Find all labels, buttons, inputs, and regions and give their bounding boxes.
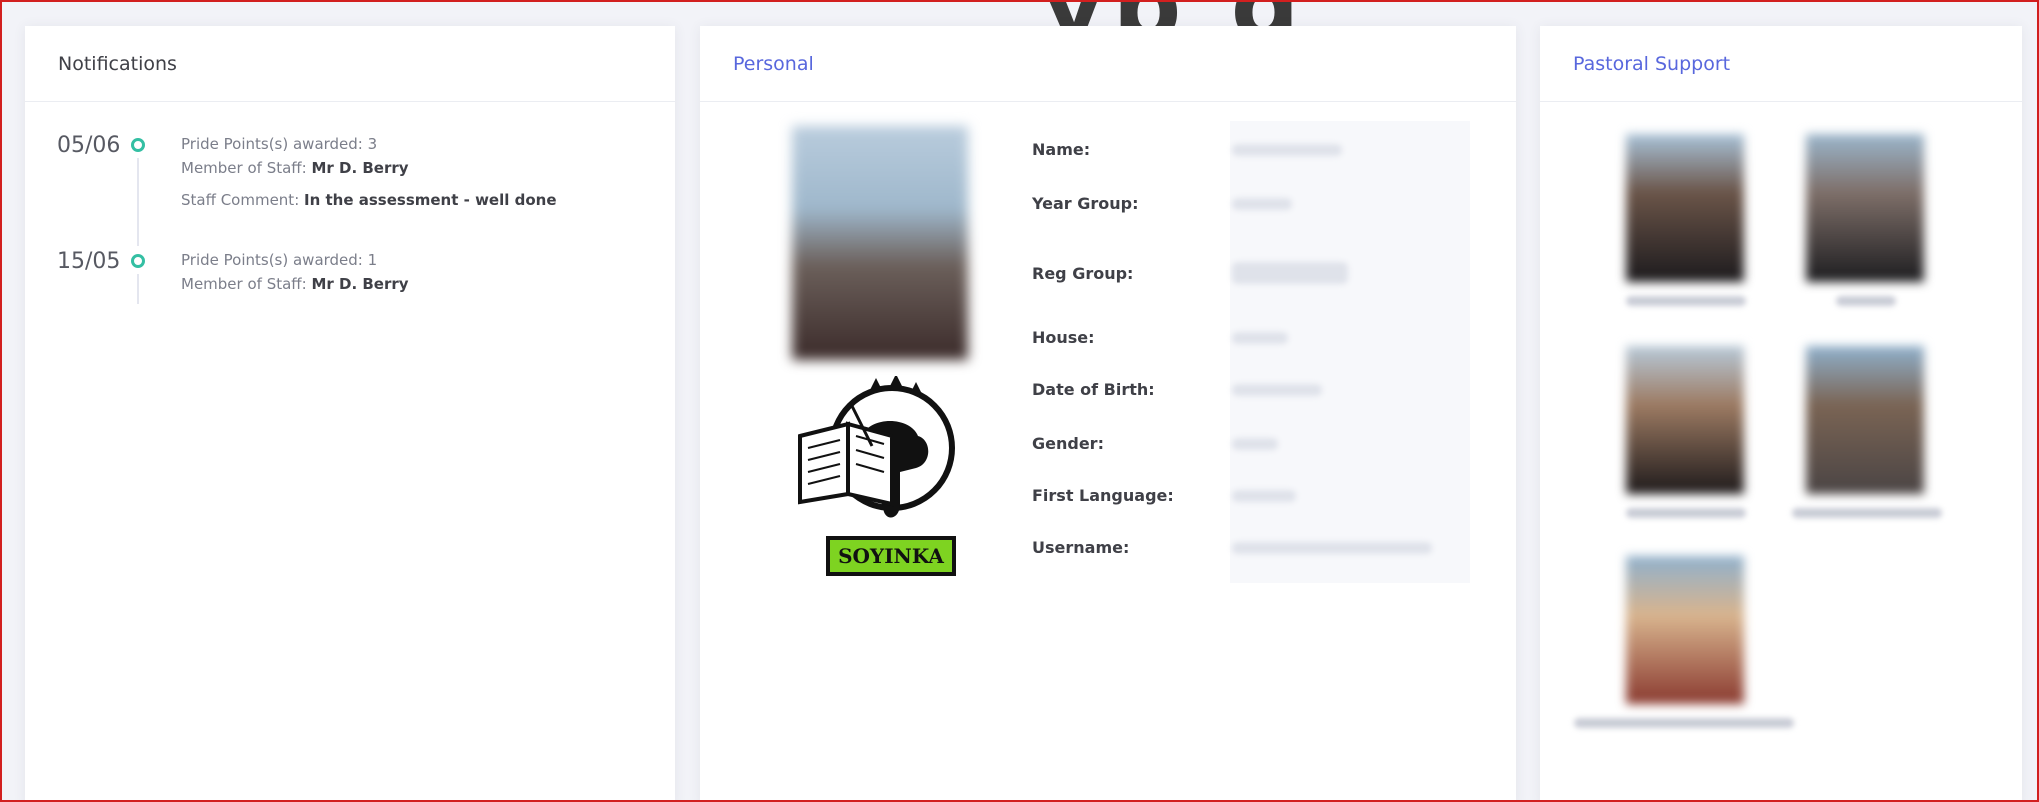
timeline-line bbox=[137, 274, 139, 304]
field-value-redacted bbox=[1232, 489, 1296, 502]
field-value-redacted bbox=[1232, 331, 1288, 344]
staff-caption-redacted bbox=[1626, 508, 1746, 518]
staff-caption-redacted bbox=[1792, 508, 1942, 518]
notifications-timeline: 05/06 Pride Points(s) awarded: 3 Member … bbox=[25, 102, 675, 328]
timeline-date: 05/06 bbox=[57, 133, 121, 158]
personal-title: Personal bbox=[700, 26, 1516, 102]
staff-photo bbox=[1626, 134, 1744, 282]
field-username: Username: bbox=[1032, 538, 1432, 557]
notifications-card: Notifications 05/06 Pride Points(s) awar… bbox=[25, 26, 675, 800]
staff-comment: In the assessment - well done bbox=[304, 191, 557, 209]
field-label: Year Group: bbox=[1032, 194, 1139, 213]
staff-caption-redacted bbox=[1626, 296, 1746, 306]
staff-member-text: Member of Staff: Mr D. Berry bbox=[181, 275, 409, 293]
personal-card: Personal SOYINKA Name: Year Group: Reg G… bbox=[700, 26, 1516, 800]
field-label: Username: bbox=[1032, 538, 1130, 557]
field-reg-group: Reg Group: bbox=[1032, 262, 1348, 284]
staff-member-name: Mr D. Berry bbox=[311, 159, 409, 177]
timeline-date: 15/05 bbox=[57, 249, 121, 274]
field-label: Date of Birth: bbox=[1032, 380, 1155, 399]
timeline-marker bbox=[121, 132, 181, 248]
staff-member-name: Mr D. Berry bbox=[311, 275, 409, 293]
field-value-redacted bbox=[1232, 262, 1348, 284]
field-label: Gender: bbox=[1032, 434, 1104, 453]
field-label: Reg Group: bbox=[1032, 263, 1134, 283]
points-awarded-text: Pride Points(s) awarded: 3 bbox=[181, 135, 378, 153]
staff-caption-redacted bbox=[1836, 296, 1896, 306]
timeline-dot-icon bbox=[131, 254, 145, 268]
pastoral-support-card: Pastoral Support bbox=[1540, 26, 2022, 800]
timeline-body: Pride Points(s) awarded: 3 Member of Sta… bbox=[181, 132, 557, 248]
timeline-line bbox=[137, 158, 139, 246]
field-year-group: Year Group: bbox=[1032, 194, 1292, 213]
field-value-redacted bbox=[1232, 383, 1322, 396]
house-badge: SOYINKA bbox=[826, 536, 956, 576]
staff-card[interactable] bbox=[1574, 556, 1794, 728]
staff-member-text: Member of Staff: Mr D. Berry bbox=[181, 159, 409, 177]
staff-comment-text: Staff Comment: In the assessment - well … bbox=[181, 191, 557, 209]
points-awarded-text: Pride Points(s) awarded: 1 bbox=[181, 251, 378, 269]
field-label: First Language: bbox=[1032, 486, 1174, 505]
field-value-redacted bbox=[1232, 143, 1342, 156]
notifications-title: Notifications bbox=[25, 26, 675, 102]
field-name: Name: bbox=[1032, 140, 1342, 159]
field-gender: Gender: bbox=[1032, 434, 1278, 453]
field-date-of-birth: Date of Birth: bbox=[1032, 380, 1322, 399]
field-value-redacted bbox=[1232, 437, 1278, 450]
timeline-item: 05/06 Pride Points(s) awarded: 3 Member … bbox=[57, 132, 675, 248]
staff-card[interactable] bbox=[1792, 346, 1942, 518]
timeline-body: Pride Points(s) awarded: 1 Member of Sta… bbox=[181, 248, 409, 328]
staff-card[interactable] bbox=[1626, 346, 1746, 518]
field-label: House: bbox=[1032, 328, 1095, 347]
page-frame: yp g Notifications 05/06 Pride Points(s)… bbox=[0, 0, 2039, 802]
personal-values-panel bbox=[1230, 121, 1470, 583]
timeline-dot-icon bbox=[131, 138, 145, 152]
timeline-marker bbox=[121, 248, 181, 328]
staff-caption-redacted bbox=[1574, 718, 1794, 728]
field-value-redacted bbox=[1232, 197, 1292, 210]
field-value-redacted bbox=[1232, 541, 1432, 554]
pastoral-support-title: Pastoral Support bbox=[1540, 26, 2022, 102]
field-house: House: bbox=[1032, 328, 1288, 347]
staff-photo bbox=[1626, 346, 1744, 494]
field-first-language: First Language: bbox=[1032, 486, 1296, 505]
student-photo bbox=[792, 126, 968, 360]
staff-photo bbox=[1806, 134, 1924, 282]
field-label: Name: bbox=[1032, 140, 1091, 159]
staff-card[interactable] bbox=[1626, 134, 1746, 306]
timeline-item: 15/05 Pride Points(s) awarded: 1 Member … bbox=[57, 248, 675, 328]
staff-photo bbox=[1626, 556, 1744, 704]
staff-card[interactable] bbox=[1806, 134, 1926, 306]
staff-photo bbox=[1806, 346, 1924, 494]
